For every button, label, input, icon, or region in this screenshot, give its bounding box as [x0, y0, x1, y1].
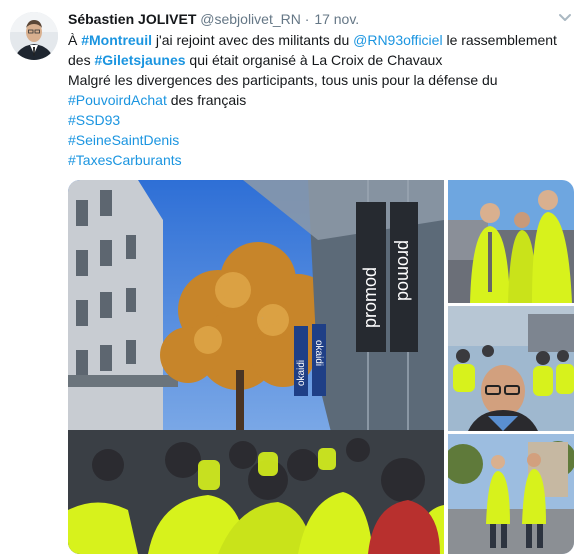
tweet-text-line: #TaxesCarburants	[68, 150, 573, 170]
author-handle[interactable]: @sebjolivet_RN	[200, 11, 301, 27]
tweet-timestamp[interactable]: 17 nov.	[314, 11, 359, 27]
text-segment: Malgré les divergences des participants,…	[68, 72, 498, 88]
hashtag-link[interactable]: #SSD93	[68, 112, 120, 128]
tweet-text-line: #SSD93	[68, 110, 573, 130]
banner-okaidi-right: okaidi	[313, 340, 324, 366]
tweet-text: À #Montreuil j'ai rejoint avec des milit…	[68, 30, 573, 170]
tweet-text-line: des #Giletsjaunes qui était organisé à L…	[68, 50, 573, 70]
photo-selfie-crowd[interactable]	[448, 306, 574, 431]
text-segment: des	[68, 52, 95, 68]
text-segment: des français	[166, 92, 247, 108]
text-segment: qui était organisé à La Croix de Chavaux	[185, 52, 443, 68]
tweet-text-line: À #Montreuil j'ai rejoint avec des milit…	[68, 30, 573, 50]
photo-crowd-promod[interactable]: promod promod okaidi okaidi	[68, 180, 444, 554]
tweet-text-line: #PouvoirdAchat des français	[68, 90, 573, 110]
banner-okaidi-left: okaidi	[296, 360, 307, 386]
hashtag-link[interactable]: #Montreuil	[81, 32, 152, 48]
banner-promod-left: promod	[360, 267, 380, 328]
tweet-text-line: #SeineSaintDenis	[68, 130, 573, 150]
hashtag-link[interactable]: #SeineSaintDenis	[68, 132, 179, 148]
tweet-header: Sébastien JOLIVET @sebjolivet_RN · 17 no…	[68, 10, 573, 28]
tweet-content: Sébastien JOLIVET @sebjolivet_RN · 17 no…	[68, 10, 573, 170]
tweet-media-grid: promod promod okaidi okaidi	[68, 180, 574, 554]
avatar[interactable]	[10, 12, 58, 60]
separator-dot: ·	[304, 11, 310, 27]
banner-promod-right: promod	[394, 240, 414, 301]
text-segment: le rassemblement	[442, 32, 557, 48]
hashtag-link[interactable]: #PouvoirdAchat	[68, 92, 167, 108]
text-segment: À	[68, 32, 82, 48]
avatar-photo	[10, 12, 58, 60]
text-segment: j'ai rejoint avec des militants du	[152, 32, 354, 48]
photo-group-vests[interactable]	[448, 180, 574, 303]
hashtag-link[interactable]: #TaxesCarburants	[68, 152, 182, 168]
photo-two-men-street[interactable]	[448, 434, 574, 554]
hashtag-link[interactable]: #Giletsjaunes	[94, 52, 185, 68]
mention-link[interactable]: @RN93officiel	[353, 32, 442, 48]
author-display-name[interactable]: Sébastien JOLIVET	[68, 11, 196, 27]
tweet-text-line: Malgré les divergences des participants,…	[68, 70, 573, 90]
